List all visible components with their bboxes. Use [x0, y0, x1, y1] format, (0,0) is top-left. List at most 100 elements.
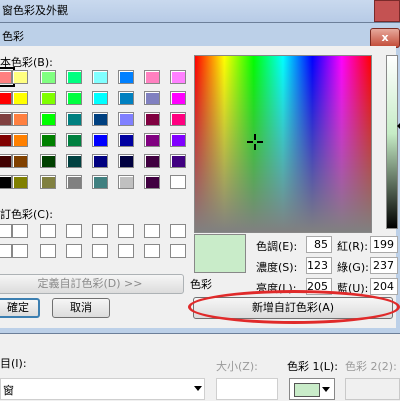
basic-color-swatch[interactable]	[12, 175, 28, 189]
custom-color-swatch[interactable]	[92, 244, 108, 258]
basic-color-swatch[interactable]	[170, 133, 186, 147]
basic-color-swatch[interactable]	[0, 133, 12, 147]
red-input[interactable]: 199	[370, 236, 398, 253]
define-custom-colors-button[interactable]: 定義自訂色彩(D) >>	[0, 274, 184, 294]
basic-color-swatch[interactable]	[12, 70, 28, 84]
basic-color-swatch[interactable]	[0, 154, 12, 168]
basic-color-swatch[interactable]	[118, 70, 134, 84]
basic-color-swatch[interactable]	[170, 91, 186, 105]
blue-input[interactable]: 204	[370, 278, 398, 295]
basic-color-swatch[interactable]	[144, 70, 160, 84]
basic-color-swatch[interactable]	[144, 175, 160, 189]
custom-color-swatch[interactable]	[92, 224, 108, 238]
crosshair-icon	[247, 134, 263, 150]
basic-color-swatch[interactable]	[40, 112, 56, 126]
color-preview	[194, 234, 246, 273]
basic-color-swatch[interactable]	[40, 70, 56, 84]
custom-colors-label: 訂色彩(C):	[0, 208, 53, 221]
basic-color-swatch[interactable]	[170, 154, 186, 168]
basic-color-swatch[interactable]	[66, 175, 82, 189]
custom-color-swatch[interactable]	[40, 244, 56, 258]
hue-input[interactable]: 85	[306, 236, 332, 253]
basic-color-swatch[interactable]	[170, 70, 186, 84]
size-label: 大小(Z):	[216, 360, 258, 373]
color1-label: 色彩 1(L):	[287, 360, 338, 373]
basic-color-swatch[interactable]	[40, 91, 56, 105]
cancel-button[interactable]: 取消	[52, 298, 110, 318]
basic-color-swatch[interactable]	[12, 91, 28, 105]
custom-color-swatch[interactable]	[0, 244, 12, 258]
custom-color-swatch[interactable]	[0, 224, 12, 238]
custom-color-swatch[interactable]	[118, 244, 134, 258]
custom-color-swatch[interactable]	[66, 224, 82, 238]
custom-color-swatch[interactable]	[118, 224, 134, 238]
item-select[interactable]: 窗	[0, 378, 205, 400]
basic-color-swatch[interactable]	[0, 112, 12, 126]
custom-color-swatch[interactable]	[12, 224, 28, 238]
size-input[interactable]	[216, 378, 278, 400]
green-label: 綠(G):	[337, 261, 369, 274]
custom-color-swatch[interactable]	[144, 244, 160, 258]
item-label: 目(I):	[0, 357, 27, 370]
color1-picker[interactable]	[289, 378, 335, 400]
color2-label: 色彩 2(2):	[345, 360, 397, 373]
ok-button[interactable]: 確定	[0, 298, 40, 318]
color-spectrum[interactable]	[194, 55, 372, 233]
green-input[interactable]: 237	[370, 257, 398, 274]
background-window-title: 窗色彩及外觀	[2, 4, 68, 17]
color2-picker[interactable]	[345, 378, 400, 400]
basic-color-swatch[interactable]	[12, 133, 28, 147]
custom-color-swatch[interactable]	[170, 224, 186, 238]
custom-color-swatch[interactable]	[170, 244, 186, 258]
custom-colors-grid	[0, 224, 190, 264]
basic-color-swatch[interactable]	[118, 112, 134, 126]
basic-color-swatch[interactable]	[66, 70, 82, 84]
basic-color-swatch[interactable]	[118, 91, 134, 105]
basic-color-swatch[interactable]	[66, 112, 82, 126]
sat-label: 濃度(S):	[256, 261, 298, 274]
basic-color-swatch[interactable]	[92, 112, 108, 126]
item-value: 窗	[3, 384, 14, 397]
basic-color-swatch[interactable]	[118, 133, 134, 147]
basic-color-swatch[interactable]	[0, 175, 12, 189]
chevron-down-icon	[322, 387, 330, 392]
color-dialog-title: 色彩	[2, 30, 24, 43]
basic-color-swatch[interactable]	[144, 91, 160, 105]
luminosity-slider[interactable]	[386, 55, 398, 229]
sat-input[interactable]: 123	[306, 257, 332, 274]
basic-color-swatch[interactable]	[92, 154, 108, 168]
basic-color-swatch[interactable]	[144, 154, 160, 168]
basic-color-swatch[interactable]	[66, 133, 82, 147]
basic-color-swatch[interactable]	[66, 91, 82, 105]
custom-color-swatch[interactable]	[66, 244, 82, 258]
basic-color-swatch[interactable]	[0, 67, 15, 87]
basic-color-swatch[interactable]	[12, 154, 28, 168]
basic-color-swatch[interactable]	[170, 112, 186, 126]
basic-color-swatch[interactable]	[40, 175, 56, 189]
basic-color-swatch[interactable]	[92, 91, 108, 105]
background-window-close-button[interactable]	[374, 0, 400, 22]
basic-color-swatch[interactable]	[92, 70, 108, 84]
red-highlight-ellipse	[188, 290, 400, 324]
basic-color-swatch[interactable]	[92, 133, 108, 147]
red-label: 紅(R):	[337, 240, 368, 253]
basic-color-swatch[interactable]	[144, 112, 160, 126]
basic-color-swatch[interactable]	[40, 154, 56, 168]
basic-color-swatch[interactable]	[170, 175, 186, 189]
basic-color-swatch[interactable]	[118, 154, 134, 168]
color-solid-label: 色彩	[190, 278, 212, 291]
basic-color-swatch[interactable]	[92, 175, 108, 189]
basic-colors-label: 本色彩(B):	[0, 56, 53, 69]
hue-label: 色調(E):	[256, 240, 298, 253]
basic-color-swatch[interactable]	[40, 133, 56, 147]
close-button[interactable]: x	[370, 28, 400, 48]
basic-color-swatch[interactable]	[66, 154, 82, 168]
custom-color-swatch[interactable]	[12, 244, 28, 258]
basic-color-swatch[interactable]	[12, 112, 28, 126]
custom-color-swatch[interactable]	[40, 224, 56, 238]
basic-color-swatch[interactable]	[144, 133, 160, 147]
custom-color-swatch[interactable]	[144, 224, 160, 238]
color1-swatch	[294, 383, 320, 397]
basic-color-swatch[interactable]	[0, 91, 12, 105]
basic-color-swatch[interactable]	[118, 175, 134, 189]
